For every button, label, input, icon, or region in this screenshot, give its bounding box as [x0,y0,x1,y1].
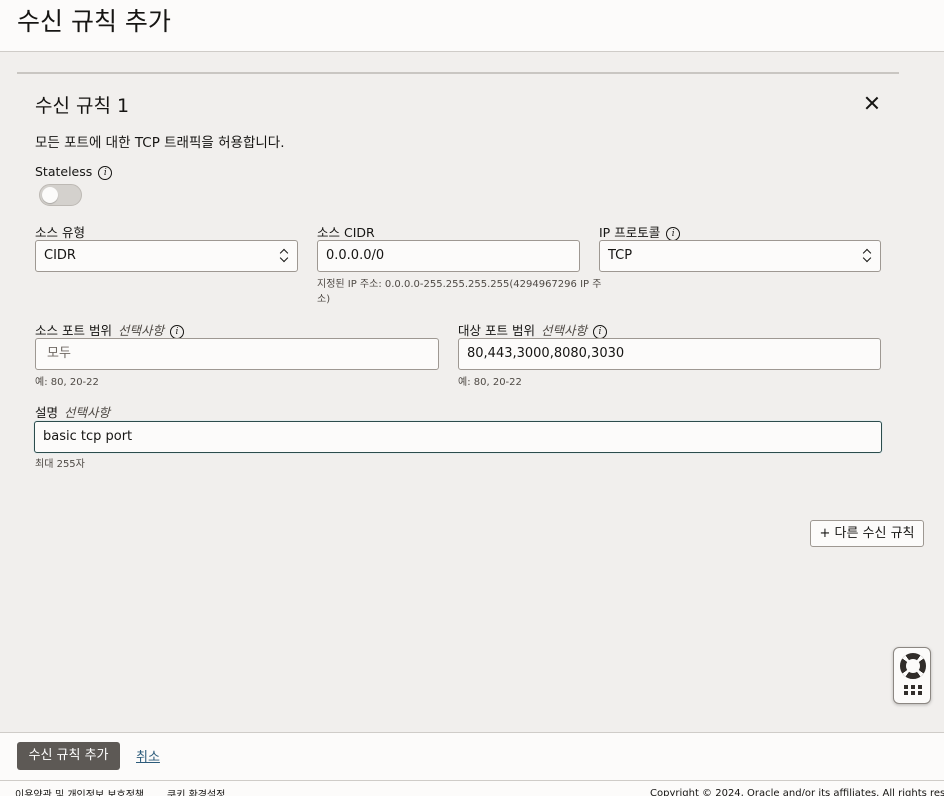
toggle-knob [42,187,58,203]
grid-icon[interactable] [904,685,922,695]
source-port-label: 소스 포트 범위 선택사항 i [35,320,184,339]
dest-port-input[interactable]: 80,443,3000,8080,3030 [458,338,881,370]
close-icon[interactable] [861,92,883,114]
description-label: 설명 선택사항 [35,405,111,420]
lifebuoy-icon[interactable] [900,653,926,679]
source-cidr-label: 소스 CIDR [317,225,375,240]
ip-protocol-select[interactable]: TCP [599,240,881,272]
info-icon[interactable]: i [169,324,184,339]
info-icon[interactable]: i [592,324,607,339]
source-port-input[interactable]: 모두 [35,338,439,370]
chevron-updown-icon [862,248,872,264]
copyright: Copyright © 2024, Oracle and/or its affi… [650,788,944,796]
ip-protocol-value: TCP [608,248,633,263]
source-cidr-hint-line1: 지정된 IP 주소: 0.0.0.0-255.255.255.255(42949… [317,279,602,290]
chevron-updown-icon [279,248,289,264]
page-title: 수신 규칙 추가 [17,7,171,36]
info-icon[interactable]: i [666,226,681,241]
dest-port-hint: 예: 80, 20-22 [458,377,522,388]
dest-port-label: 대상 포트 범위 선택사항 i [458,320,607,339]
source-port-hint: 예: 80, 20-22 [35,377,99,388]
description-hint: 최대 255자 [35,459,85,470]
ingress-rule-panel: 수신 규칙 1 모든 포트에 대한 TCP 트래픽을 허용합니다. Statel… [17,72,899,482]
help-widget[interactable] [893,647,931,704]
rule-description: 모든 포트에 대한 TCP 트래픽을 허용합니다. [35,135,285,151]
terms-link[interactable]: 이용약관 및 개인정보 보호정책 [15,786,144,796]
cookie-preferences-link[interactable]: 쿠키 환경설정 [167,786,225,796]
info-icon[interactable]: i [98,165,113,180]
rule-title: 수신 규칙 1 [35,95,130,117]
source-type-value: CIDR [44,248,76,263]
source-cidr-input[interactable]: 0.0.0.0/0 [317,240,580,272]
source-type-select[interactable]: CIDR [35,240,298,272]
stateless-label: Stateless i [35,164,113,180]
cancel-link[interactable]: 취소 [136,746,160,765]
action-bar: 수신 규칙 추가 취소 [0,732,944,780]
add-another-rule-button[interactable]: + 다른 수신 규칙 [810,520,924,547]
page-header: 수신 규칙 추가 [0,0,944,52]
stateless-toggle[interactable] [39,184,82,206]
ip-protocol-label: IP 프로토콜 i [599,222,681,241]
source-type-label: 소스 유형 [35,225,85,240]
add-ingress-rule-button[interactable]: 수신 규칙 추가 [17,742,120,770]
footer: 이용약관 및 개인정보 보호정책 쿠키 환경설정 Copyright © 202… [0,780,944,796]
description-input[interactable]: basic tcp port [34,421,882,453]
source-cidr-hint-line2: 소) [317,294,331,305]
